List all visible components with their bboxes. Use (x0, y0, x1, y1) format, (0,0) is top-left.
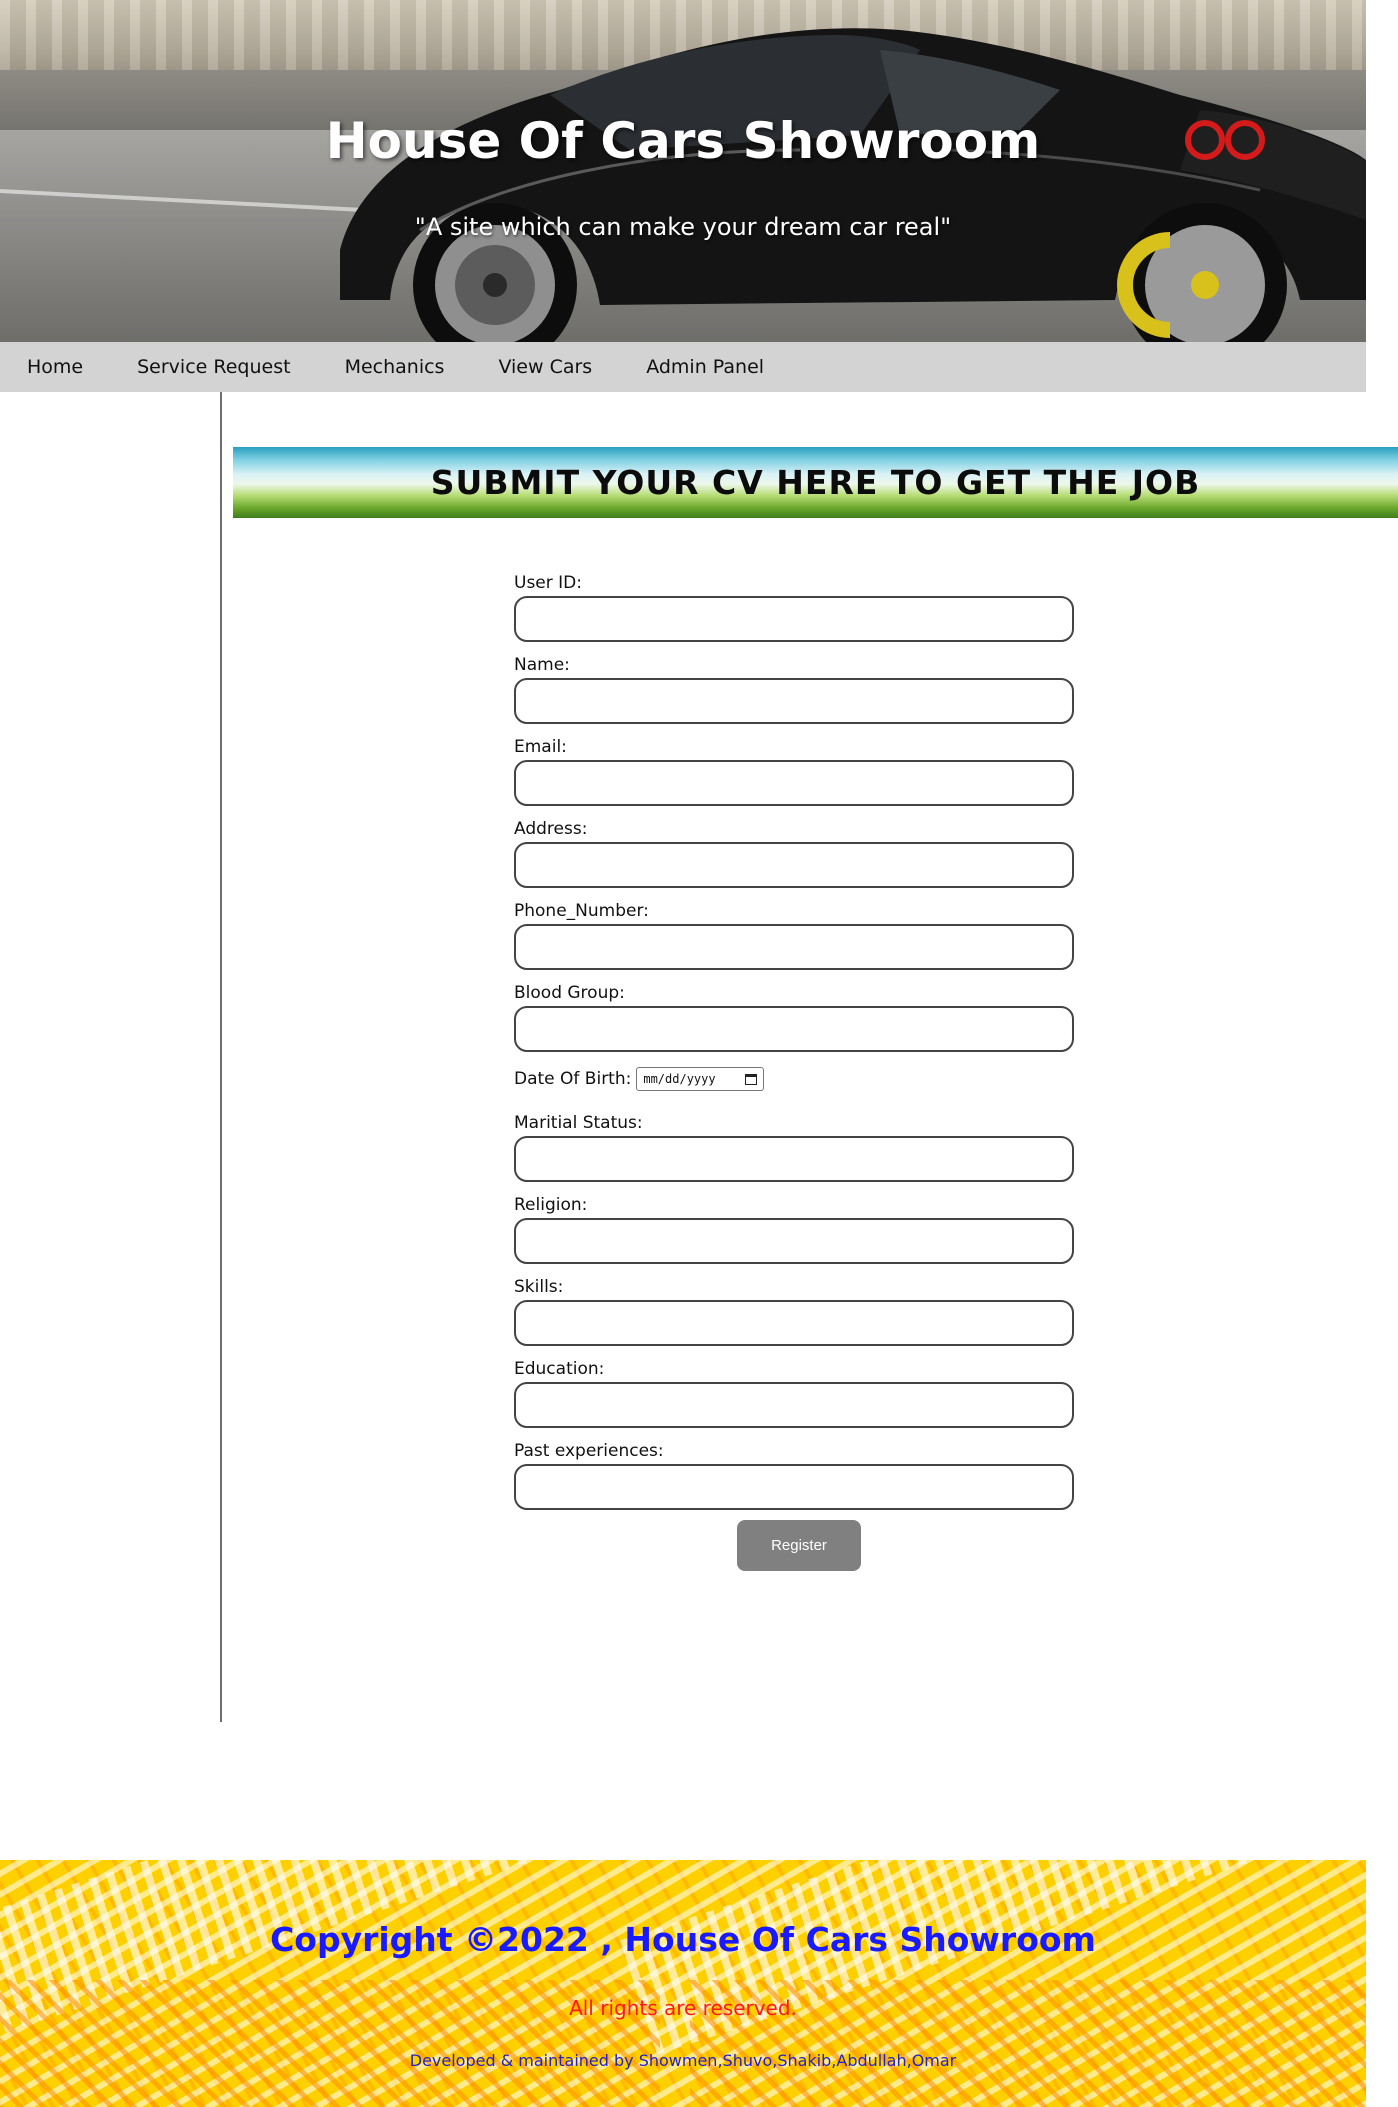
footer-developers: Developed & maintained by Showmen,Shuvo,… (409, 2051, 957, 2070)
religion-label: Religion: (514, 1195, 588, 1215)
nav-item-home[interactable]: Home (0, 342, 110, 392)
past-experiences-label: Past experiences: (514, 1441, 664, 1461)
site-footer: Copyright ©2022 , House Of Cars Showroom… (0, 1860, 1366, 2107)
phone-number-label: Phone_Number: (514, 901, 649, 921)
date-of-birth-label: Date Of Birth: (514, 1069, 632, 1089)
address-label: Address: (514, 819, 588, 839)
nav-item-service-request[interactable]: Service Request (110, 342, 317, 392)
blood-group-label: Blood Group: (514, 983, 625, 1003)
blood-group-input[interactable] (514, 1006, 1074, 1052)
calendar-icon[interactable] (745, 1073, 758, 1085)
register-container: Register (514, 1520, 1074, 1571)
nav-item-mechanics[interactable]: Mechanics (318, 342, 472, 392)
email-label: Email: (514, 737, 567, 757)
header-hero: House Of Cars Showroom "A site which can… (0, 0, 1366, 342)
date-of-birth-placeholder: mm/dd/yyyy (643, 1072, 716, 1086)
sidebar-divider (220, 392, 222, 1722)
footer-rights: All rights are reserved. (569, 1996, 797, 2020)
site-tagline: "A site which can make your dream car re… (414, 213, 952, 241)
date-of-birth-row: Date Of Birth: mm/dd/yyyy (514, 1062, 1074, 1096)
footer-copyright: Copyright ©2022 , House Of Cars Showroom (270, 1920, 1096, 1959)
site-title: House Of Cars Showroom (325, 112, 1041, 170)
nav-item-admin-panel[interactable]: Admin Panel (619, 342, 791, 392)
name-label: Name: (514, 655, 570, 675)
date-of-birth-input[interactable]: mm/dd/yyyy (636, 1067, 765, 1091)
address-input[interactable] (514, 842, 1074, 888)
cv-form: User ID: Name: Email: Address: Phone_Num… (514, 570, 1074, 1571)
main-nav: Home Service Request Mechanics View Cars… (0, 342, 1366, 392)
marital-status-label: Maritial Status: (514, 1113, 643, 1133)
name-input[interactable] (514, 678, 1074, 724)
marital-status-input[interactable] (514, 1136, 1074, 1182)
register-button[interactable]: Register (737, 1520, 861, 1571)
sports-car-image (340, 28, 1366, 342)
nav-item-view-cars[interactable]: View Cars (471, 342, 619, 392)
skills-label: Skills: (514, 1277, 564, 1297)
religion-input[interactable] (514, 1218, 1074, 1264)
user-id-input[interactable] (514, 596, 1074, 642)
phone-number-input[interactable] (514, 924, 1074, 970)
cv-banner: SUBMIT YOUR CV HERE TO GET THE JOB (233, 447, 1398, 518)
past-experiences-input[interactable] (514, 1464, 1074, 1510)
cv-banner-heading: SUBMIT YOUR CV HERE TO GET THE JOB (430, 463, 1201, 502)
education-input[interactable] (514, 1382, 1074, 1428)
user-id-label: User ID: (514, 573, 582, 593)
email-input[interactable] (514, 760, 1074, 806)
skills-input[interactable] (514, 1300, 1074, 1346)
education-label: Education: (514, 1359, 605, 1379)
